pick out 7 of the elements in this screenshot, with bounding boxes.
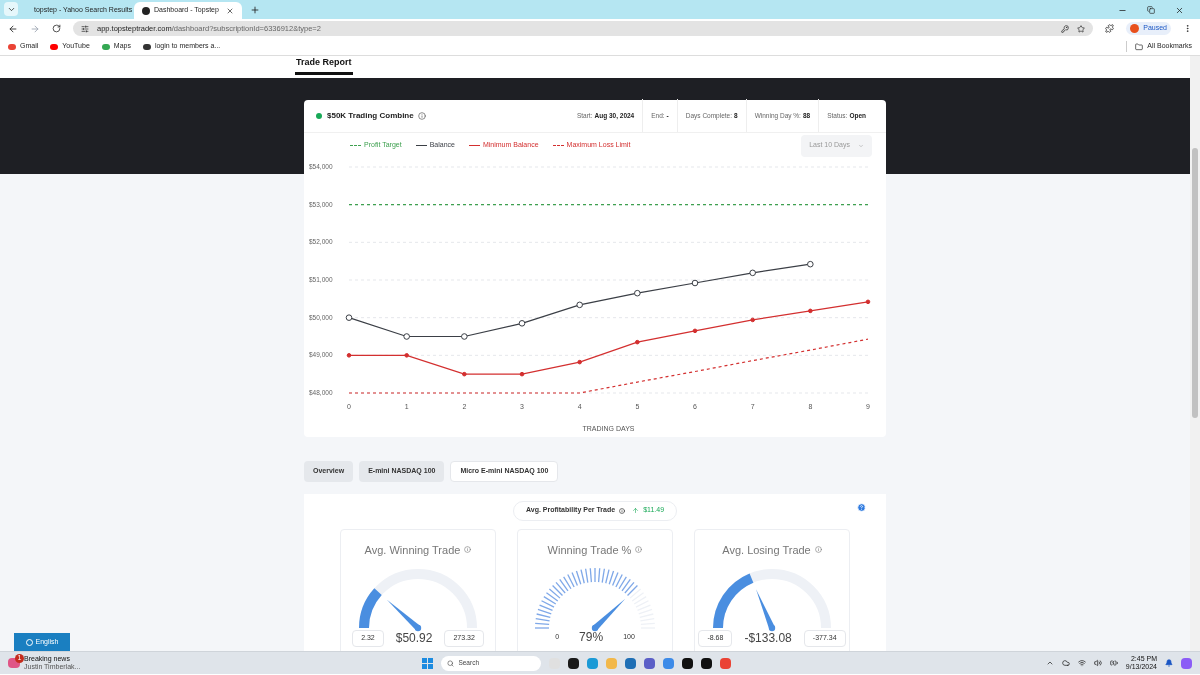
gauge-value: -$133.08 — [744, 630, 792, 646]
gauge-value: $50.92 — [395, 630, 433, 646]
combine-title: $50K Trading Combine — [327, 109, 414, 122]
gauge-value: 79% — [579, 630, 604, 645]
gauge-title: Winning Trade % — [547, 542, 632, 558]
gauge-title: Avg. Winning Trade — [364, 542, 461, 558]
gauge-title: Avg. Losing Trade — [722, 542, 811, 558]
